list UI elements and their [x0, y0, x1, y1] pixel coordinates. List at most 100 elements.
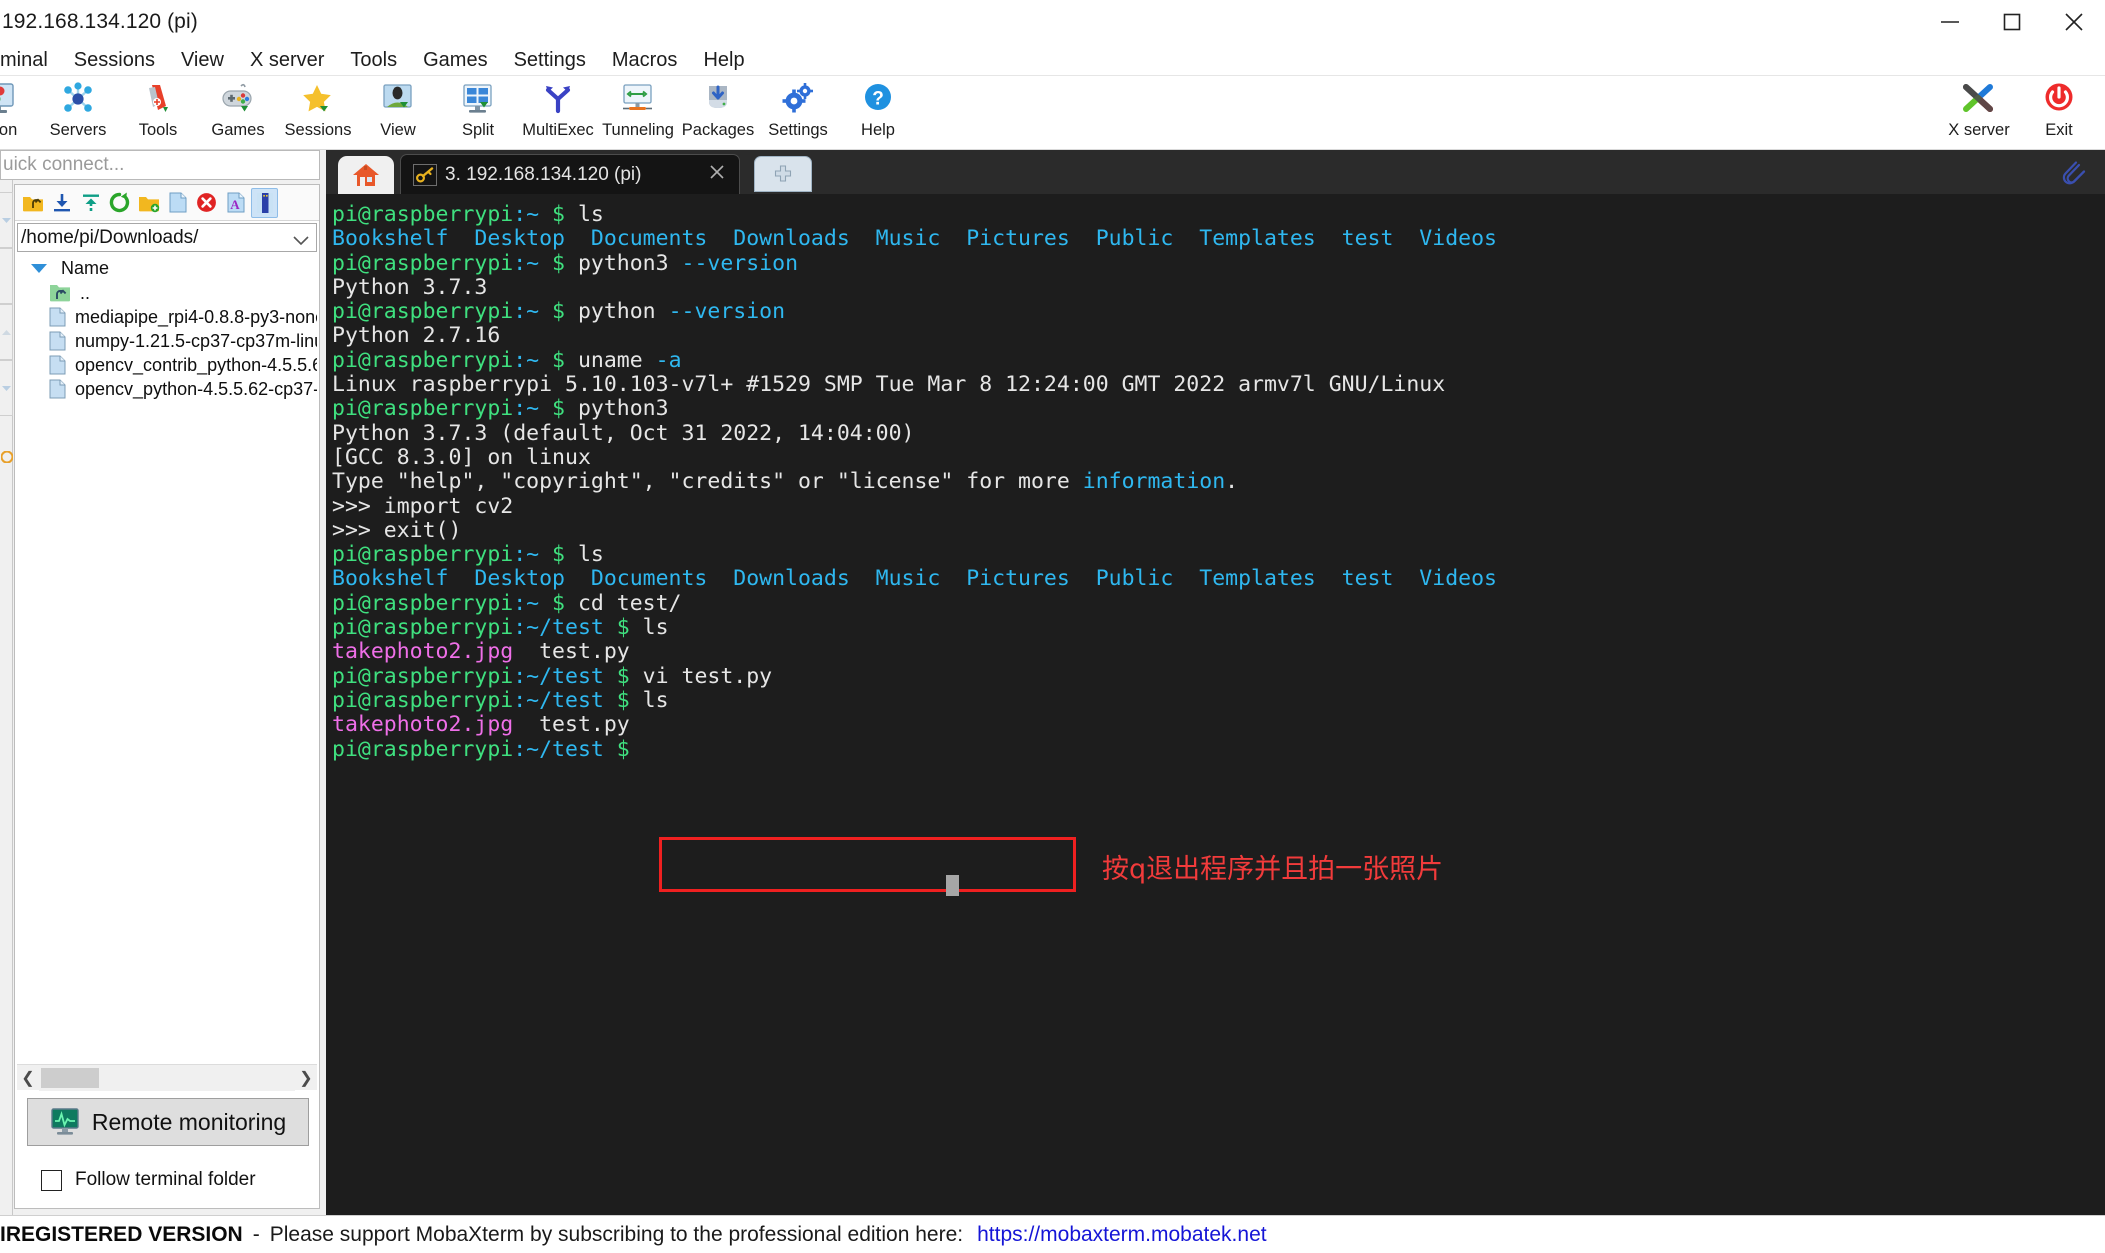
games-icon: [219, 79, 257, 119]
list-item[interactable]: numpy-1.21.5-cp37-cp37m-linux: [17, 329, 317, 353]
toolbar-packages-button[interactable]: Packages: [678, 76, 758, 150]
menu-bar: minal Sessions View X server Tools Games…: [0, 44, 2105, 76]
toolbar: ssion Servers: [0, 76, 2105, 150]
bookmark-icon[interactable]: [251, 187, 278, 218]
view-icon: [380, 79, 416, 119]
menu-games[interactable]: Games: [410, 46, 500, 74]
quick-connect-input[interactable]: uick connect...: [0, 150, 320, 180]
close-button[interactable]: [2043, 0, 2105, 44]
tab-home[interactable]: [338, 156, 394, 194]
menu-x-server[interactable]: X server: [237, 46, 337, 74]
vtab-macros[interactable]: [0, 304, 13, 360]
menu-settings[interactable]: Settings: [501, 46, 599, 74]
toolbar-settings-button[interactable]: Settings: [758, 76, 838, 150]
new-tab-button[interactable]: [754, 156, 812, 192]
terminal-line: Linux raspberrypi 5.10.103-v7l+ #1529 SM…: [332, 372, 1446, 398]
chevron-down-icon: [1, 385, 11, 391]
list-item[interactable]: opencv_contrib_python-4.5.5.62: [17, 353, 317, 377]
menu-view[interactable]: View: [168, 46, 237, 74]
mobaxterm-link[interactable]: https://mobaxterm.mobatek.net: [977, 1223, 1266, 1247]
file-name: numpy-1.21.5-cp37-cp37m-linux: [75, 330, 317, 351]
terminal-line: >>> import cv2: [332, 493, 514, 519]
toolbar-tunneling-button[interactable]: Tunneling: [598, 76, 678, 150]
file-name: mediapipe_rpi4-0.8.8-py3-none-: [75, 306, 317, 327]
home-icon: [353, 164, 379, 186]
menu-help[interactable]: Help: [690, 46, 757, 74]
chevron-down-icon[interactable]: [293, 230, 309, 252]
unregistered-label: IREGISTERED VERSION: [0, 1222, 243, 1246]
file-icon: [49, 331, 66, 351]
attach-file-button[interactable]: [2053, 154, 2093, 192]
file-icon: [49, 355, 66, 375]
sftp-path-input[interactable]: /home/pi/Downloads/: [17, 223, 317, 252]
toolbar-xserver-button[interactable]: X server: [1939, 76, 2019, 150]
terminal-line: pi@raspberrypi:~/test $ ls: [332, 615, 669, 641]
toolbar-view-button[interactable]: View: [358, 76, 438, 150]
parent-folder-icon[interactable]: [19, 188, 46, 218]
sftp-path-value: /home/pi/Downloads/: [21, 226, 199, 248]
toolbar-servers-button[interactable]: Servers: [38, 76, 118, 150]
text-edit-icon[interactable]: A: [222, 188, 249, 218]
list-item[interactable]: ..: [17, 281, 317, 305]
sidebar-vertical-tab-strip: [0, 150, 13, 1215]
remote-monitoring-button[interactable]: Remote monitoring: [27, 1098, 309, 1146]
terminal-output[interactable]: pi@raspberrypi:~ $ ls Bookshelf Desktop D…: [326, 194, 2105, 1215]
terminal-line: [GCC 8.3.0] on linux: [332, 444, 591, 470]
tab-session-3[interactable]: 3. 192.168.134.120 (pi): [400, 154, 740, 194]
circle-icon: [0, 451, 13, 463]
scroll-left-icon[interactable]: ❮: [17, 1068, 39, 1088]
toolbar-games-button[interactable]: Games: [198, 76, 278, 150]
quick-connect-placeholder: uick connect...: [3, 154, 125, 175]
tools-icon: [140, 79, 176, 119]
refresh-icon[interactable]: [106, 188, 133, 218]
delete-icon[interactable]: [193, 188, 220, 218]
terminal-area: 3. 192.168.134.120 (pi) pi@raspberrypi:~…: [326, 150, 2105, 1215]
new-folder-icon[interactable]: [135, 188, 162, 218]
help-icon: ?: [860, 79, 896, 119]
file-name: opencv_python-4.5.5.62-cp37-cp: [75, 378, 317, 399]
follow-terminal-folder-row[interactable]: Follow terminal folder: [41, 1169, 256, 1191]
scrollbar-thumb[interactable]: [41, 1067, 99, 1088]
toolbar-help-button[interactable]: ? Help: [838, 76, 918, 150]
toolbar-multiexec-button[interactable]: MultiExec: [518, 76, 598, 150]
packages-icon: [700, 79, 736, 119]
vtab-tools[interactable]: [0, 248, 13, 304]
toolbar-tools-button[interactable]: Tools: [118, 76, 198, 150]
vtab-indicator: [0, 440, 13, 474]
toolbar-sessions-button[interactable]: Sessions: [278, 76, 358, 150]
toolbar-session-button[interactable]: ssion: [0, 76, 38, 150]
list-item[interactable]: opencv_python-4.5.5.62-cp37-cp: [17, 377, 317, 401]
toolbar-exit-button[interactable]: Exit: [2019, 76, 2099, 150]
scroll-right-icon[interactable]: ❯: [295, 1068, 317, 1088]
menu-terminal[interactable]: minal: [0, 46, 61, 74]
follow-terminal-label: Follow terminal folder: [75, 1169, 256, 1190]
sftp-toolbar: A: [15, 185, 319, 221]
maximize-icon: [2003, 13, 2021, 31]
scrollbar-track[interactable]: [39, 1064, 295, 1091]
toolbar-help-label: Help: [861, 121, 895, 139]
close-icon: [2065, 13, 2083, 31]
maximize-button[interactable]: [1981, 0, 2043, 44]
vtab-sessions[interactable]: [0, 192, 13, 248]
menu-tools[interactable]: Tools: [337, 46, 410, 74]
list-item[interactable]: mediapipe_rpi4-0.8.8-py3-none-: [17, 305, 317, 329]
new-file-icon[interactable]: [164, 188, 191, 218]
minimize-button[interactable]: [1919, 0, 1981, 44]
tab-close-icon[interactable]: [709, 164, 725, 185]
file-icon: [49, 379, 66, 399]
tunneling-icon: [620, 79, 656, 119]
terminal-line: pi@raspberrypi:~ $ python3 --version: [332, 250, 799, 276]
sftp-horizontal-scrollbar[interactable]: ❮ ❯: [17, 1064, 317, 1091]
toolbar-split-button[interactable]: Split: [438, 76, 518, 150]
upload-icon[interactable]: [77, 188, 104, 218]
download-icon[interactable]: [48, 188, 75, 218]
menu-sessions[interactable]: Sessions: [61, 46, 168, 74]
toolbar-xserver-label: X server: [1948, 121, 2010, 139]
terminal-tab-bar: 3. 192.168.134.120 (pi): [326, 150, 2105, 194]
follow-terminal-checkbox[interactable]: [41, 1169, 62, 1191]
sftp-column-header[interactable]: Name: [17, 255, 317, 281]
menu-macros[interactable]: Macros: [599, 46, 691, 74]
servers-icon: [60, 79, 96, 119]
svg-text:A: A: [230, 197, 240, 212]
vtab-sftp[interactable]: [0, 360, 13, 416]
